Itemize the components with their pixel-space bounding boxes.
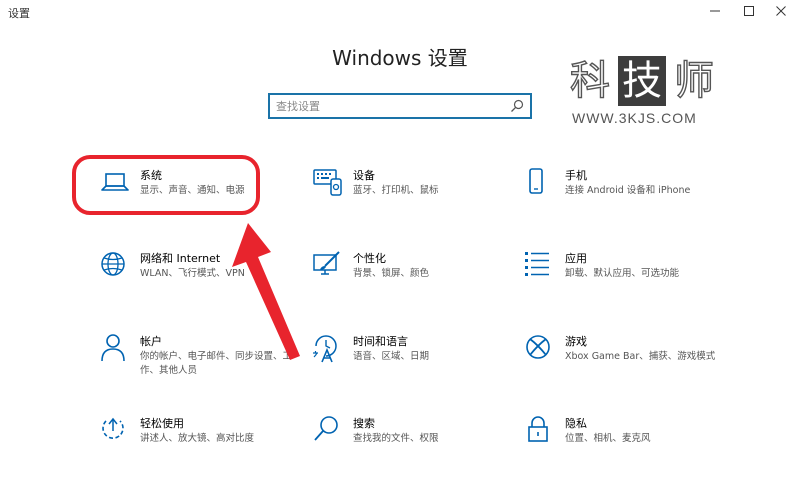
minimize-button[interactable] [696, 0, 734, 22]
minimize-icon [710, 10, 720, 12]
xbox-icon [526, 335, 550, 359]
personalization-icon [313, 251, 340, 275]
tile-title: 轻松使用 [140, 417, 184, 430]
tile-description: 位置、相机、麦克风 [565, 433, 651, 444]
tile-description: 连接 Android 设备和 iPhone [565, 185, 691, 196]
phone-icon [529, 168, 543, 194]
watermark-char: 师 [673, 58, 714, 104]
search-icon [314, 416, 338, 441]
tile-title: 手机 [565, 169, 587, 182]
tile-description: 查找我的文件、权限 [353, 433, 439, 444]
tile-title: 网络和 Internet [140, 252, 221, 265]
tile-title: 个性化 [353, 252, 386, 265]
tile-description: 卸载、默认应用、可选功能 [565, 268, 680, 279]
tile-search[interactable]: 搜索 查找我的文件、权限 [313, 415, 523, 475]
tile-personalization[interactable]: 个性化 背景、锁屏、颜色 [313, 250, 523, 310]
tile-title: 设备 [353, 169, 375, 182]
watermark-url: WWW.3KJS.COM [572, 110, 697, 126]
watermark-char: 技 [618, 56, 666, 106]
tile-title: 应用 [565, 252, 587, 265]
devices-icon [313, 169, 342, 196]
tile-title: 游戏 [565, 335, 587, 348]
person-icon [101, 334, 125, 362]
tile-time-language[interactable]: 时间和语言 语音、区域、日期 [313, 333, 523, 393]
tile-phone[interactable]: 手机 连接 Android 设备和 iPhone [525, 167, 735, 227]
tile-title: 隐私 [565, 417, 587, 430]
tile-description: 背景、锁屏、颜色 [353, 268, 430, 279]
maximize-icon [744, 6, 754, 16]
lock-icon [528, 416, 548, 442]
time-language-icon [313, 335, 337, 363]
window-title: 设置 [8, 7, 30, 20]
tile-description: 蓝牙、打印机、鼠标 [353, 185, 439, 196]
tile-title: 帐户 [140, 335, 162, 348]
tile-devices[interactable]: 设备 蓝牙、打印机、鼠标 [313, 167, 523, 227]
tile-ease-of-access[interactable]: 轻松使用 讲述人、放大镜、高对比度 [100, 415, 310, 475]
tile-title: 时间和语言 [353, 335, 408, 348]
watermark-char: 科 [569, 58, 610, 104]
arrow-annotation [232, 223, 300, 360]
tile-apps[interactable]: 应用 卸载、默认应用、可选功能 [525, 250, 735, 310]
tile-privacy[interactable]: 隐私 位置、相机、麦克风 [525, 415, 735, 475]
search-box[interactable] [268, 93, 532, 119]
tile-gaming[interactable]: 游戏 Xbox Game Bar、捕获、游戏模式 [525, 333, 735, 393]
tile-description: 语音、区域、日期 [353, 351, 430, 362]
title-bar: 设置 [0, 0, 800, 24]
globe-icon [101, 252, 125, 276]
tile-description: 讲述人、放大镜、高对比度 [140, 433, 255, 444]
highlight-annotation [72, 155, 260, 215]
apps-list-icon [525, 252, 549, 276]
search-icon[interactable] [510, 99, 524, 113]
ease-of-access-icon [102, 417, 124, 439]
watermark: 科 技 师 WWW.3KJS.COM [560, 56, 722, 132]
close-button[interactable] [762, 0, 800, 22]
search-input[interactable] [276, 98, 512, 114]
close-icon [776, 6, 786, 16]
tile-description: Xbox Game Bar、捕获、游戏模式 [565, 351, 716, 362]
tile-title: 搜索 [353, 417, 375, 430]
